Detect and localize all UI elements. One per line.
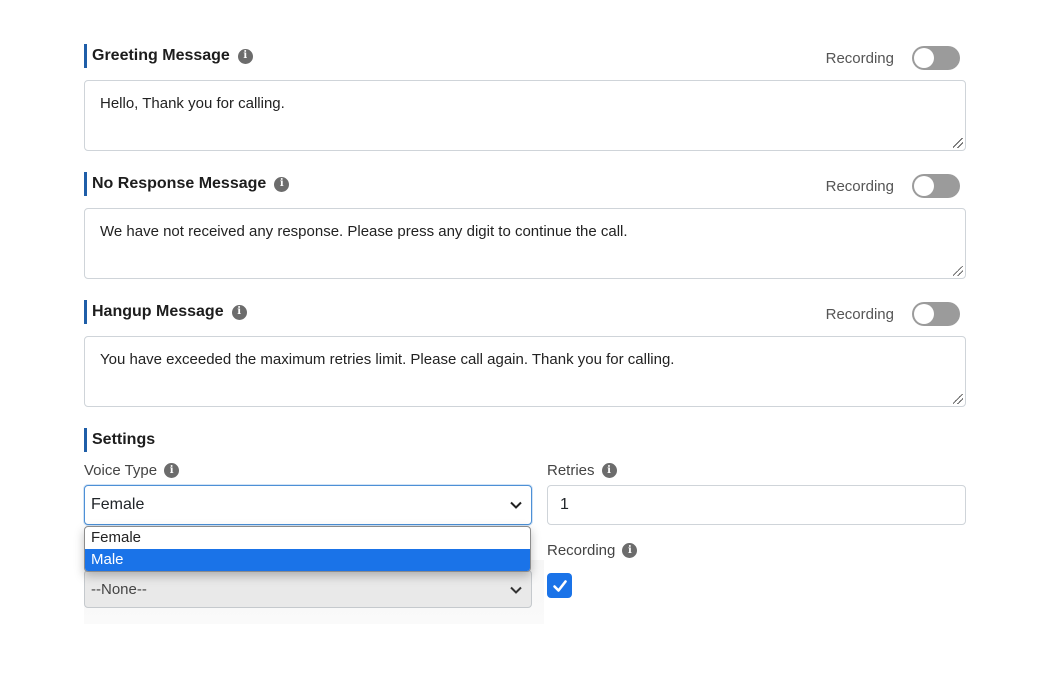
toggle-knob xyxy=(914,48,934,68)
retries-label: Retries xyxy=(547,462,595,479)
info-icon[interactable]: i xyxy=(274,176,290,192)
toggle-knob xyxy=(914,304,934,324)
no-response-message-label: No Response Message xyxy=(92,175,267,192)
toggle-knob xyxy=(914,176,934,196)
secondary-select[interactable]: --None-- xyxy=(84,570,532,608)
info-icon[interactable]: i xyxy=(237,48,253,64)
hangup-recording-control: Recording xyxy=(826,302,960,326)
hangup-message-textarea[interactable]: You have exceeded the maximum retries li… xyxy=(84,336,966,407)
recording-checkbox[interactable] xyxy=(547,573,572,598)
hangup-message-text: You have exceeded the maximum retries li… xyxy=(100,351,675,368)
no-response-message-textarea[interactable]: We have not received any response. Pleas… xyxy=(84,208,966,279)
greeting-recording-label: Recording xyxy=(825,49,894,67)
voice-type-select[interactable]: Female xyxy=(84,485,532,525)
info-icon[interactable]: i xyxy=(601,463,617,478)
no-response-recording-control: Recording xyxy=(826,174,960,198)
no-response-message-title: No Response Message i xyxy=(84,172,290,196)
hangup-recording-label: Recording xyxy=(825,305,894,323)
voice-type-label: Voice Type xyxy=(84,462,158,479)
hangup-recording-toggle[interactable] xyxy=(912,302,960,326)
resize-handle-icon[interactable] xyxy=(953,394,963,404)
retries-input[interactable]: 1 xyxy=(547,485,966,525)
no-response-recording-label: Recording xyxy=(825,177,894,195)
voice-type-label-row: Voice Type i xyxy=(84,462,180,479)
resize-handle-icon[interactable] xyxy=(953,138,963,148)
info-icon[interactable]: i xyxy=(231,304,247,320)
recording-label: Recording xyxy=(547,542,616,559)
chevron-down-icon xyxy=(510,586,522,594)
hangup-message-title: Hangup Message i xyxy=(84,300,247,324)
greeting-recording-control: Recording xyxy=(826,46,960,70)
hangup-message-label: Hangup Message xyxy=(92,303,224,320)
chevron-down-icon xyxy=(510,501,522,509)
voice-type-option-female[interactable]: Female xyxy=(85,527,530,549)
no-response-recording-toggle[interactable] xyxy=(912,174,960,198)
secondary-select-value: --None-- xyxy=(91,580,147,598)
resize-handle-icon[interactable] xyxy=(953,266,963,276)
settings-title: Settings xyxy=(84,428,155,452)
greeting-message-textarea[interactable]: Hello, Thank you for calling. xyxy=(84,80,966,151)
greeting-message-text: Hello, Thank you for calling. xyxy=(100,95,285,112)
greeting-recording-toggle[interactable] xyxy=(912,46,960,70)
info-icon[interactable]: i xyxy=(622,543,638,558)
retries-value: 1 xyxy=(560,496,569,513)
retries-label-row: Retries i xyxy=(547,462,617,479)
greeting-message-title: Greeting Message i xyxy=(84,44,253,68)
settings-label: Settings xyxy=(92,431,156,448)
voice-type-dropdown-list: Female Male xyxy=(84,526,531,572)
checkmark-icon xyxy=(552,579,567,592)
greeting-message-label: Greeting Message xyxy=(92,47,230,64)
recording-label-row: Recording i xyxy=(547,542,638,559)
info-icon[interactable]: i xyxy=(164,463,180,478)
voice-type-value: Female xyxy=(91,496,145,513)
no-response-message-text: We have not received any response. Pleas… xyxy=(100,223,628,240)
voice-type-option-male[interactable]: Male xyxy=(85,549,530,571)
